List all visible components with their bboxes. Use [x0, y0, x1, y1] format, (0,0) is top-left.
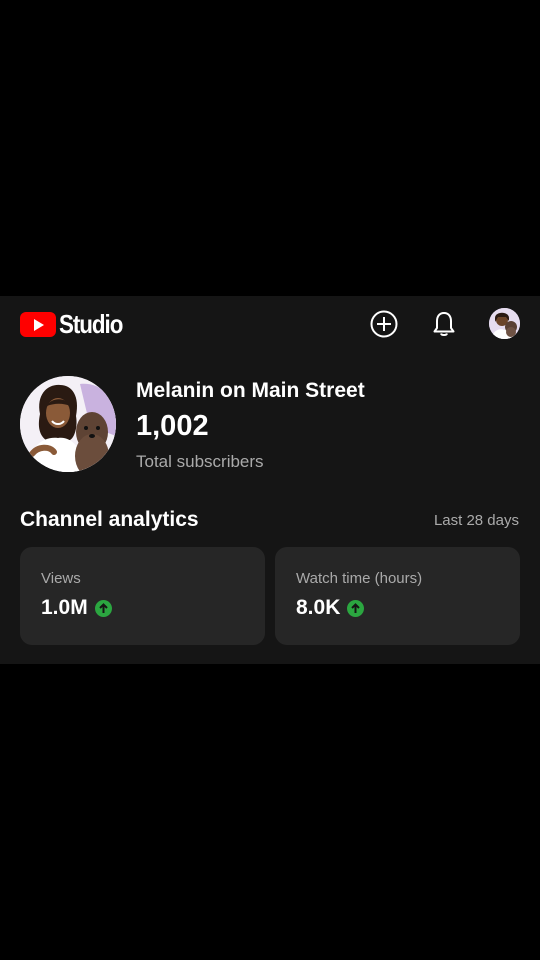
views-label: Views	[41, 570, 81, 587]
notifications-bell-icon[interactable]	[429, 309, 459, 339]
channel-name[interactable]: Melanin on Main Street	[136, 379, 365, 403]
views-value: 1.0M	[41, 596, 88, 619]
trend-up-icon	[347, 599, 365, 617]
analytics-period: Last 28 days	[433, 512, 519, 529]
youtube-studio-logo[interactable]: Studio	[20, 309, 133, 340]
subscriber-label: Total subscribers	[136, 452, 264, 471]
watch-time-value-row: 8.0K	[296, 596, 365, 620]
watch-time-value: 8.0K	[296, 596, 341, 619]
channel-avatar[interactable]	[20, 376, 116, 472]
watch-time-label: Watch time (hours)	[296, 570, 423, 587]
create-icon[interactable]	[369, 309, 399, 339]
trend-up-icon	[94, 599, 112, 617]
analytics-title: Channel analytics	[20, 508, 199, 531]
studio-home-panel: Studio Melanin on Main Street 1,002 Tota…	[0, 296, 540, 664]
app-header: Studio	[0, 296, 540, 354]
watch-time-card[interactable]: Watch time (hours) 8.0K	[275, 547, 520, 645]
subscriber-count: 1,002	[136, 410, 209, 442]
account-avatar[interactable]	[489, 308, 520, 339]
logo-text: Studio	[59, 309, 123, 339]
youtube-play-icon	[20, 312, 56, 337]
views-value-row: 1.0M	[41, 596, 112, 620]
views-card[interactable]: Views 1.0M	[20, 547, 265, 645]
